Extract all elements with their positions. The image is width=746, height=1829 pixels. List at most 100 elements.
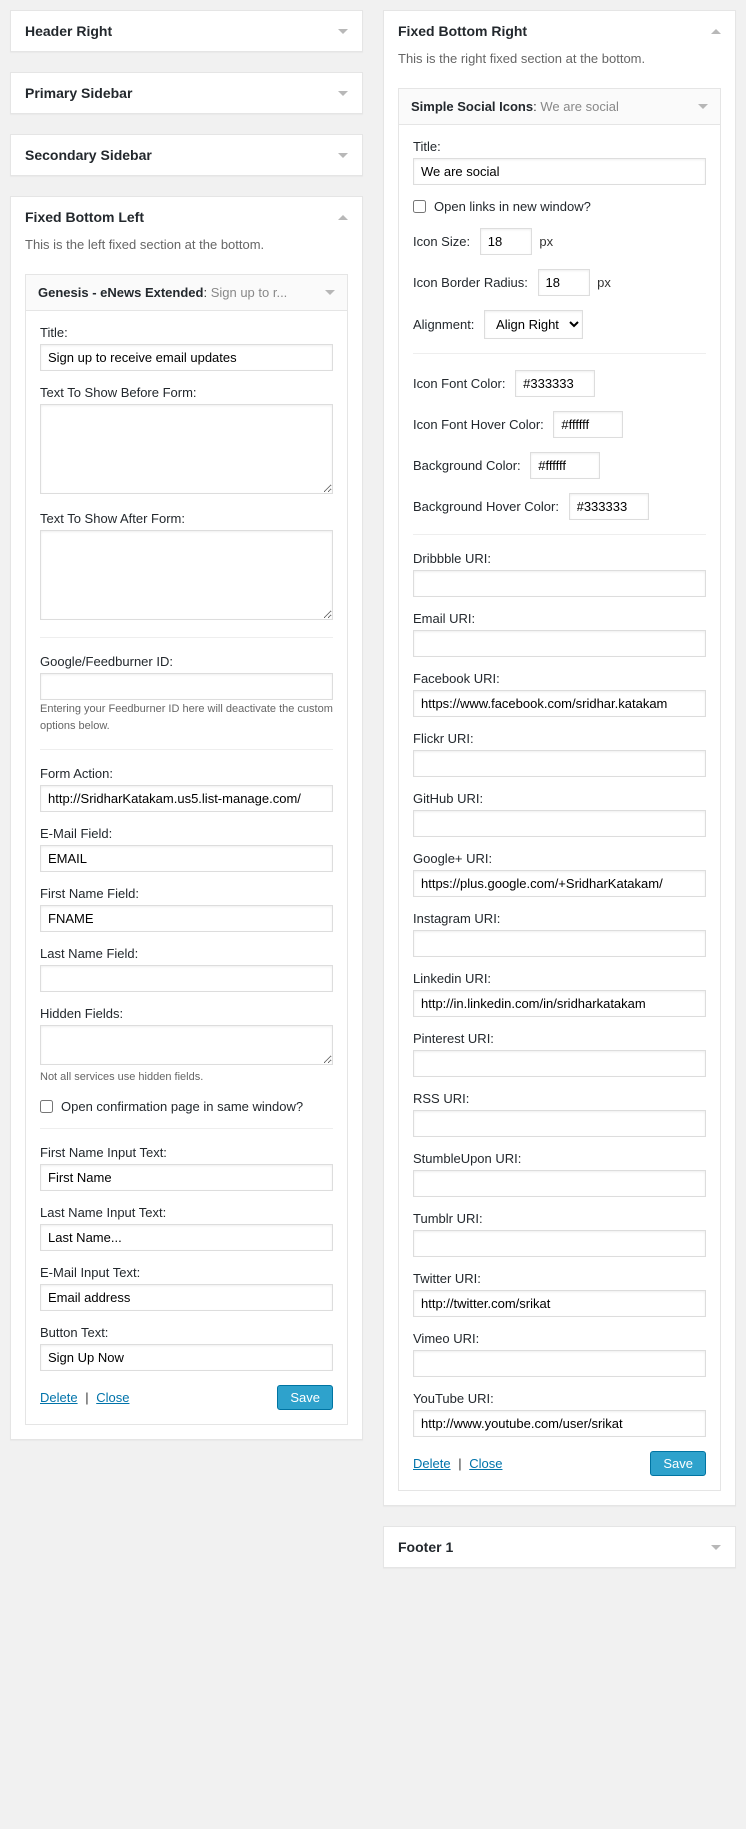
facebook-input[interactable] [413,690,706,717]
form-action-input[interactable] [40,785,333,812]
label-icon-size: Icon Size: [413,234,470,249]
chevron-down-icon [325,290,335,295]
label-vimeo: Vimeo URI: [413,1331,706,1346]
label-hidden: Hidden Fields: [40,1006,333,1021]
sidebar-area-fixed-bottom-right: Fixed Bottom Right This is the right fix… [383,10,736,1506]
after-textarea[interactable] [40,530,333,620]
label-before: Text To Show Before Form: [40,385,333,400]
chevron-up-icon [338,215,348,220]
flickr-input[interactable] [413,750,706,777]
area-toggle[interactable]: Fixed Bottom Right [384,11,735,51]
fname-field-input[interactable] [40,905,333,932]
youtube-input[interactable] [413,1410,706,1437]
label-gplus: Google+ URI: [413,851,706,866]
sidebar-area-secondary-sidebar[interactable]: Secondary Sidebar [10,134,363,176]
open-new-window-checkbox[interactable] [413,200,426,213]
label-stumble: StumbleUpon URI: [413,1151,706,1166]
label-lname-text: Last Name Input Text: [40,1205,333,1220]
area-toggle[interactable]: Fixed Bottom Left [11,197,362,237]
label-fname-text: First Name Input Text: [40,1145,333,1160]
rss-input[interactable] [413,1110,706,1137]
open-same-window-checkbox[interactable] [40,1100,53,1113]
github-input[interactable] [413,810,706,837]
hidden-help: Not all services use hidden fields. [40,1071,203,1083]
label-button-text: Button Text: [40,1325,333,1340]
area-title: Footer 1 [398,1539,453,1555]
stumble-input[interactable] [413,1170,706,1197]
feedburner-help: Entering your Feedburner ID here will de… [40,703,333,732]
hidden-textarea[interactable] [40,1025,333,1065]
chevron-down-icon [338,29,348,34]
chevron-down-icon [711,1545,721,1550]
vimeo-input[interactable] [413,1350,706,1377]
gplus-input[interactable] [413,870,706,897]
label-open-new: Open links in new window? [434,199,591,214]
lname-field-input[interactable] [40,965,333,992]
email-field-input[interactable] [40,845,333,872]
sidebar-area-footer-1[interactable]: Footer 1 [383,1526,736,1568]
sidebar-area-primary-sidebar[interactable]: Primary Sidebar [10,72,363,114]
widget-subtitle: We are social [540,99,619,114]
label-open-same: Open confirmation page in same window? [61,1099,303,1114]
title-input[interactable] [40,344,333,371]
save-button[interactable]: Save [277,1385,333,1410]
label-title: Title: [413,139,706,154]
alignment-select[interactable]: Align Right [484,310,583,339]
icon-size-input[interactable] [480,228,532,255]
label-alignment: Alignment: [413,317,474,332]
fname-text-input[interactable] [40,1164,333,1191]
label-rss: RSS URI: [413,1091,706,1106]
area-title: Secondary Sidebar [25,147,152,163]
label-bg-color: Background Color: [413,458,521,473]
area-title: Fixed Bottom Left [25,209,144,225]
label-lname-field: Last Name Field: [40,946,333,961]
font-color-input[interactable] [515,370,595,397]
widget-subtitle: Sign up to r... [211,285,288,300]
sidebar-area-header-right[interactable]: Header Right [10,10,363,52]
label-pinterest: Pinterest URI: [413,1031,706,1046]
bg-hover-input[interactable] [569,493,649,520]
unit-px: px [539,234,553,249]
area-description: This is the left fixed section at the bo… [11,237,362,264]
bg-color-input[interactable] [530,452,600,479]
label-font-hover: Icon Font Hover Color: [413,417,544,432]
label-title: Title: [40,325,333,340]
title-input[interactable] [413,158,706,185]
pinterest-input[interactable] [413,1050,706,1077]
button-text-input[interactable] [40,1344,333,1371]
twitter-input[interactable] [413,1290,706,1317]
area-title: Primary Sidebar [25,85,132,101]
label-github: GitHub URI: [413,791,706,806]
label-twitter: Twitter URI: [413,1271,706,1286]
chevron-down-icon [338,91,348,96]
delete-link[interactable]: Delete [413,1456,451,1471]
chevron-down-icon [698,104,708,109]
close-link[interactable]: Close [469,1456,502,1471]
label-flickr: Flickr URI: [413,731,706,746]
email-text-input[interactable] [40,1284,333,1311]
email-input[interactable] [413,630,706,657]
tumblr-input[interactable] [413,1230,706,1257]
instagram-input[interactable] [413,930,706,957]
linkedin-input[interactable] [413,990,706,1017]
save-button[interactable]: Save [650,1451,706,1476]
label-feedburner: Google/Feedburner ID: [40,654,333,669]
widget-name: Genesis - eNews Extended [38,285,203,300]
widget-enews: Genesis - eNews Extended: Sign up to r..… [25,274,348,1425]
widget-toggle[interactable]: Simple Social Icons: We are social [399,89,720,124]
delete-link[interactable]: Delete [40,1390,78,1405]
before-textarea[interactable] [40,404,333,494]
label-after: Text To Show After Form: [40,511,333,526]
font-hover-input[interactable] [553,411,623,438]
widget-toggle[interactable]: Genesis - eNews Extended: Sign up to r..… [26,275,347,310]
feedburner-input[interactable] [40,673,333,700]
lname-text-input[interactable] [40,1224,333,1251]
label-linkedin: Linkedin URI: [413,971,706,986]
chevron-up-icon [711,29,721,34]
close-link[interactable]: Close [96,1390,129,1405]
border-radius-input[interactable] [538,269,590,296]
label-email-text: E-Mail Input Text: [40,1265,333,1280]
label-tumblr: Tumblr URI: [413,1211,706,1226]
dribbble-input[interactable] [413,570,706,597]
label-bg-hover: Background Hover Color: [413,499,559,514]
